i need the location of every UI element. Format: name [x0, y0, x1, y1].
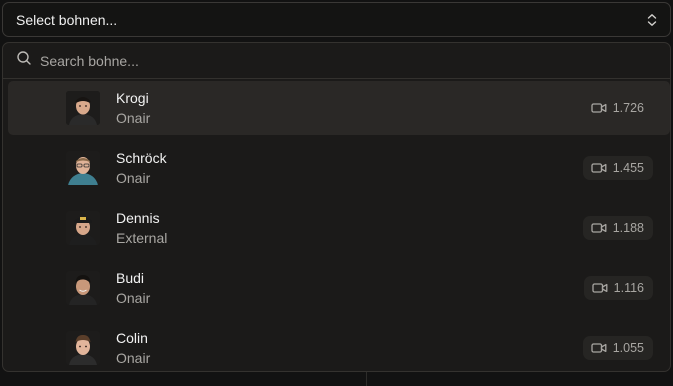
option-budi[interactable]: Budi Onair 1.116 — [8, 261, 670, 315]
option-krogi[interactable]: Krogi Onair 1.726 — [8, 81, 670, 135]
avatar — [66, 331, 100, 365]
avatar — [66, 271, 100, 305]
option-text: Dennis External — [116, 208, 167, 248]
option-text: Krogi Onair — [116, 88, 150, 128]
video-camera-icon — [591, 163, 607, 173]
option-schroeck[interactable]: Schröck Onair 1.455 — [8, 141, 670, 195]
option-name: Schröck — [116, 150, 167, 166]
option-text: Colin Onair — [116, 328, 150, 368]
option-text: Schröck Onair — [116, 148, 167, 188]
video-camera-icon — [591, 223, 607, 233]
search-icon — [16, 50, 40, 71]
count-badge: 1.455 — [582, 156, 653, 180]
video-camera-icon — [591, 283, 608, 293]
select-label: Select bohnen... — [16, 11, 118, 28]
count-value: 1.455 — [612, 161, 644, 175]
avatar — [66, 91, 100, 125]
option-subtitle: External — [116, 230, 168, 246]
option-subtitle: Onair — [116, 110, 151, 126]
count-value: 1.116 — [613, 281, 644, 295]
option-colin[interactable]: Colin Onair 1.055 — [8, 321, 670, 371]
option-subtitle: Onair — [116, 290, 151, 306]
video-camera-icon — [591, 343, 607, 353]
option-name: Krogi — [116, 90, 149, 106]
search-input[interactable] — [40, 52, 670, 69]
background-content — [0, 372, 673, 386]
video-camera-icon — [591, 103, 607, 113]
count-badge: 1.055 — [582, 336, 653, 360]
column-divider — [366, 372, 367, 386]
option-text: Budi Onair — [116, 268, 150, 308]
option-name: Colin — [116, 330, 148, 346]
bohnen-dropdown: Krogi Onair 1.726 — [2, 42, 671, 372]
avatar — [66, 151, 100, 185]
count-value: 1.055 — [612, 341, 644, 355]
count-value: 1.726 — [612, 101, 644, 115]
count-badge: 1.188 — [582, 216, 653, 240]
option-subtitle: Onair — [116, 170, 151, 186]
bohnen-select-trigger[interactable]: Select bohnen... — [2, 2, 671, 37]
count-badge: 1.116 — [583, 276, 653, 300]
option-name: Budi — [116, 270, 145, 286]
option-dennis[interactable]: Dennis External 1.188 — [8, 201, 670, 255]
count-badge: 1.726 — [583, 96, 653, 120]
count-value: 1.188 — [612, 221, 644, 235]
search-row — [3, 43, 670, 79]
avatar — [66, 211, 100, 245]
chevron-up-down-icon — [646, 13, 658, 27]
option-subtitle: Onair — [116, 350, 151, 366]
option-name: Dennis — [116, 210, 160, 226]
